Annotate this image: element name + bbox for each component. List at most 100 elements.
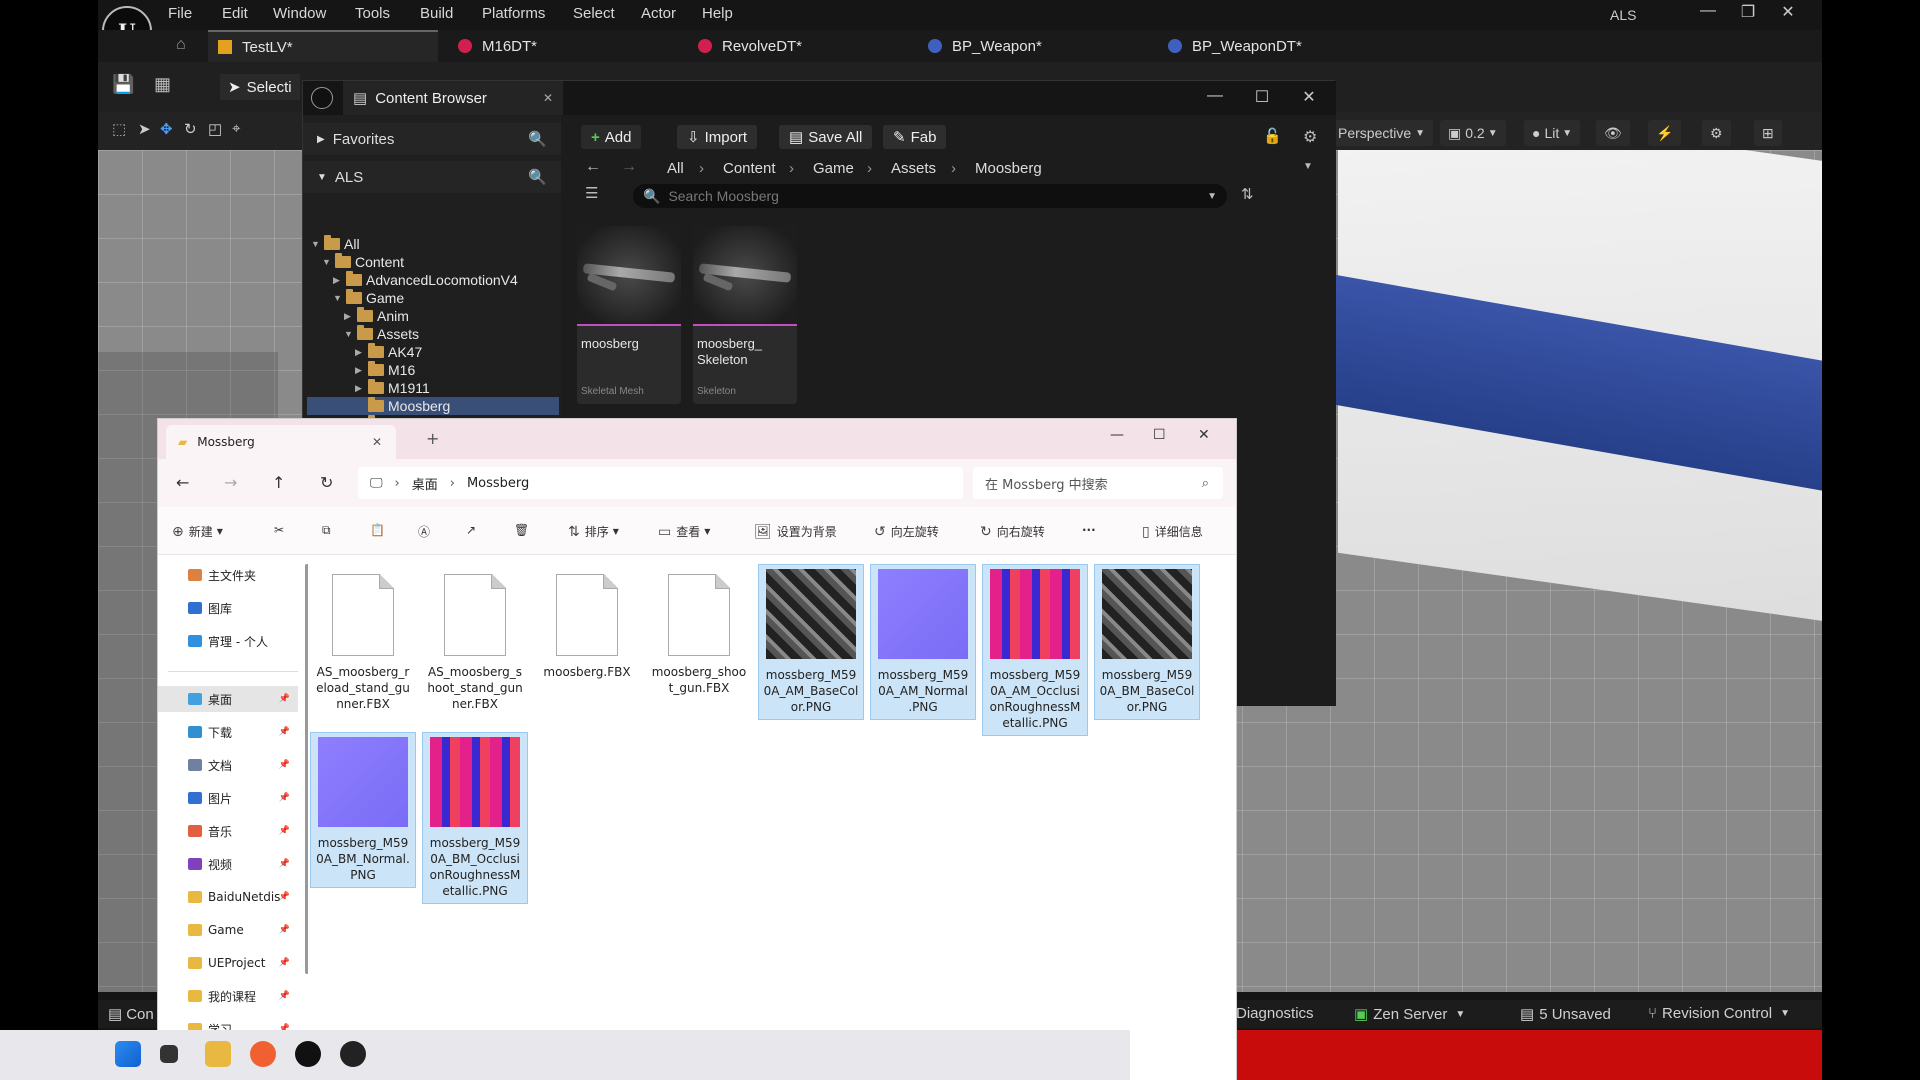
folder-tree-item[interactable]: Moosberg: [307, 397, 559, 415]
sort-button[interactable]: ⇅ 排序 ▼: [568, 523, 619, 540]
add-button[interactable]: + Add: [581, 125, 642, 149]
chevron-right-icon[interactable]: ▶: [355, 365, 365, 376]
home-icon[interactable]: ⌂: [176, 36, 186, 54]
share-icon[interactable]: ↗: [466, 523, 476, 537]
chevron-down-icon[interactable]: ▼: [322, 257, 332, 267]
rename-icon[interactable]: Ⓐ: [418, 523, 430, 540]
file-item[interactable]: AS_moosberg_s hoot_stand_gun ner.FBX: [422, 564, 528, 716]
file-explorer-icon[interactable]: [205, 1041, 231, 1067]
pin-icon[interactable]: 📌: [279, 727, 290, 737]
revision-control-button[interactable]: ⑂ Revision Control ▼: [1648, 1005, 1790, 1022]
pin-icon[interactable]: 📌: [279, 694, 290, 704]
save-icon[interactable]: 💾: [112, 74, 134, 95]
viewport-settings-button[interactable]: ⚙: [1702, 120, 1731, 146]
nav-item[interactable]: 图片 📌: [158, 785, 298, 811]
nav-item[interactable]: 文档 📌: [158, 752, 298, 778]
refresh-icon[interactable]: ↻: [320, 473, 333, 492]
document-tab[interactable]: M16DT*: [448, 30, 537, 62]
close-button[interactable]: ✕: [1294, 87, 1324, 107]
search-icon[interactable]: 🔍: [528, 130, 547, 148]
pin-icon[interactable]: 📌: [279, 826, 290, 836]
start-icon[interactable]: [115, 1041, 141, 1067]
save-all-button[interactable]: ▤ Save All: [779, 125, 873, 149]
fab-button[interactable]: ✎ Fab: [883, 125, 947, 149]
pin-icon[interactable]: 📌: [279, 859, 290, 869]
asset-search-input[interactable]: 🔍 Search Moosberg ▼: [633, 184, 1227, 208]
snap-icon[interactable]: ⌖: [232, 120, 240, 137]
pin-icon[interactable]: 📌: [279, 958, 290, 968]
minimize-button[interactable]: —: [1200, 87, 1230, 105]
address-segment-desktop[interactable]: 桌面: [412, 474, 438, 493]
breadcrumb-item[interactable]: Game: [813, 160, 854, 177]
address-segment-folder[interactable]: Mossberg: [467, 476, 529, 491]
file-item[interactable]: AS_moosberg_r eload_stand_gu nner.FBX: [310, 564, 416, 716]
nav-item[interactable]: 图库: [158, 595, 298, 621]
show-flags-button[interactable]: 👁: [1596, 120, 1630, 146]
menu-item-window[interactable]: Window: [273, 5, 326, 22]
pin-icon[interactable]: 📌: [279, 925, 290, 935]
menu-item-select[interactable]: Select: [573, 5, 615, 22]
nav-item[interactable]: 宵理 - 个人: [158, 628, 298, 654]
explorer-tab[interactable]: ▰ Mossberg ✕: [166, 425, 396, 459]
import-button[interactable]: ⇩ Import: [677, 125, 758, 149]
nav-item[interactable]: 桌面 📌: [158, 686, 298, 712]
chevron-down-icon[interactable]: ▼: [1303, 161, 1313, 172]
menu-item-platforms[interactable]: Platforms: [482, 5, 545, 22]
breadcrumb-item[interactable]: Assets: [891, 160, 936, 177]
file-item[interactable]: mossberg_M59 0A_AM_Normal .PNG: [870, 564, 976, 720]
file-item[interactable]: mossberg_M59 0A_BM_BaseCol or.PNG: [1094, 564, 1200, 720]
scale-icon[interactable]: ◰: [208, 120, 222, 138]
breadcrumb-item[interactable]: Moosberg: [975, 160, 1042, 177]
file-item[interactable]: mossberg_M59 0A_BM_Normal. PNG: [310, 732, 416, 888]
paste-icon[interactable]: 📋: [370, 523, 385, 537]
nav-item[interactable]: 视频 📌: [158, 851, 298, 877]
folder-tree-item[interactable]: ▶ AK47: [355, 343, 561, 361]
maximize-button[interactable]: ☐: [1153, 427, 1166, 443]
folder-tree-item[interactable]: ▼ All: [311, 235, 561, 253]
filter-icon[interactable]: ☰: [585, 184, 598, 202]
cut-icon[interactable]: ✂: [274, 523, 284, 537]
zen-server-button[interactable]: ▣ Zen Server ▼: [1354, 1005, 1465, 1024]
new-tab-icon[interactable]: +: [426, 429, 439, 448]
chevron-right-icon[interactable]: ▶: [355, 383, 365, 394]
chevron-down-icon[interactable]: ▼: [344, 329, 354, 339]
nav-item[interactable]: 音乐 📌: [158, 818, 298, 844]
address-bar[interactable]: 🖵 › 桌面 › Mossberg: [358, 467, 963, 499]
unsaved-button[interactable]: ▤ 5 Unsaved: [1520, 1005, 1611, 1024]
sort-icon[interactable]: ⇅: [1241, 185, 1254, 203]
settings-gear-icon[interactable]: ⚙: [1303, 127, 1317, 147]
file-item[interactable]: mossberg_M59 0A_AM_Occlusi onRoughnessM …: [982, 564, 1088, 736]
view-button[interactable]: ▭ 查看 ▼: [658, 523, 710, 540]
new-button[interactable]: ⊕ 新建 ▼: [172, 523, 223, 540]
pin-icon[interactable]: 📌: [279, 892, 290, 902]
favorites-header[interactable]: ▶ Favorites 🔍: [303, 123, 561, 155]
menu-item-file[interactable]: File: [168, 5, 192, 22]
chevron-right-icon[interactable]: ▶: [344, 311, 354, 322]
nav-item[interactable]: Game 📌: [158, 917, 298, 943]
viewport-layout-button[interactable]: ⊞: [1754, 120, 1782, 146]
restore-button[interactable]: ❐: [1733, 2, 1763, 22]
folder-tree-item[interactable]: ▼ Assets: [344, 325, 561, 343]
file-item[interactable]: mossberg_M59 0A_AM_BaseCol or.PNG: [758, 564, 864, 720]
app-icon[interactable]: [340, 1041, 366, 1067]
minimize-button[interactable]: —: [1110, 427, 1124, 443]
menu-item-tools[interactable]: Tools: [355, 5, 390, 22]
perspective-dropdown[interactable]: Perspective ▼: [1330, 120, 1434, 146]
breadcrumb-item[interactable]: All: [667, 160, 684, 177]
menu-item-actor[interactable]: Actor: [641, 5, 676, 22]
more-options-button[interactable]: ···: [1082, 523, 1096, 537]
forward-arrow-icon[interactable]: →: [621, 158, 637, 176]
document-tab[interactable]: BP_WeaponDT*: [1158, 30, 1302, 62]
lock-icon[interactable]: 🔓: [1263, 127, 1282, 145]
document-tab[interactable]: TestLV*: [208, 30, 438, 62]
pin-icon[interactable]: 📌: [279, 793, 290, 803]
camera-speed-dropdown[interactable]: ▣ 0.2 ▼: [1440, 120, 1506, 146]
folder-tree-item[interactable]: ▶ AdvancedLocomotionV4: [333, 271, 561, 289]
folder-tree-item[interactable]: ▶ Anim: [344, 307, 561, 325]
chevron-down-icon[interactable]: ▼: [333, 293, 343, 303]
rotate-icon[interactable]: ↻: [184, 120, 197, 138]
close-button[interactable]: ✕: [1198, 427, 1210, 443]
nav-item[interactable]: 下载 📌: [158, 719, 298, 745]
select-tool-icon[interactable]: ⬚: [112, 120, 126, 138]
brave-browser-icon[interactable]: [250, 1041, 276, 1067]
